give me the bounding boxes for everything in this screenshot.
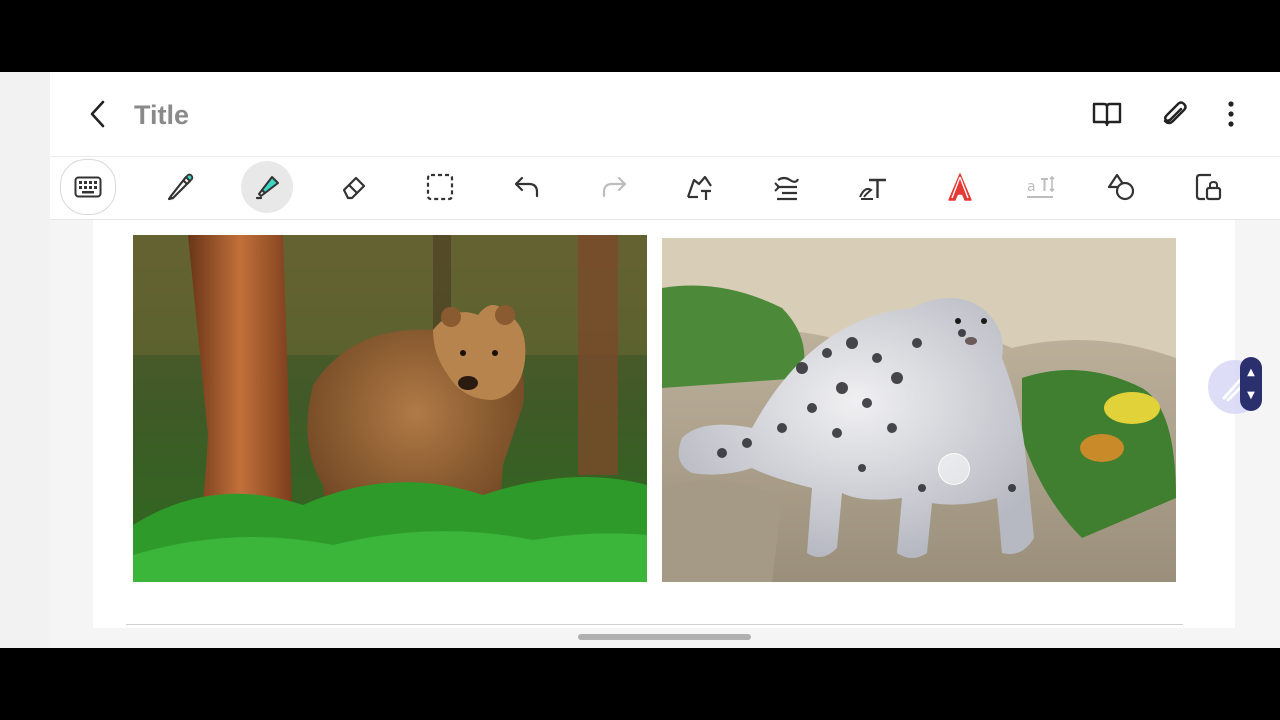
text-size-icon: a — [1027, 175, 1055, 198]
pen-to-shape-icon — [686, 175, 712, 200]
note-title[interactable]: Title — [134, 100, 189, 131]
gesture-home-bar[interactable] — [578, 634, 751, 640]
pen-icon — [167, 173, 194, 201]
chevron-up-icon[interactable]: ▲ — [1247, 367, 1255, 378]
text-color-icon — [948, 173, 972, 201]
more-options-button[interactable] — [1213, 96, 1249, 132]
pen-toolbar: a — [50, 156, 1280, 220]
keyboard-icon — [74, 176, 102, 198]
highlighter-icon — [255, 176, 279, 200]
reading-mode-button[interactable] — [1089, 96, 1125, 132]
undo-button[interactable] — [501, 161, 553, 213]
shapes-icon — [1107, 173, 1135, 201]
text-color-button[interactable] — [934, 161, 986, 213]
open-book-icon — [1092, 102, 1122, 127]
status-area — [0, 0, 1280, 72]
page-divider — [126, 624, 1183, 625]
snow-leopard-photo[interactable] — [662, 238, 1176, 582]
more-vertical-icon — [1228, 101, 1234, 127]
pen-tool-button[interactable] — [154, 161, 206, 213]
lasso-select-icon — [426, 173, 454, 201]
paperclip-icon — [1163, 101, 1187, 125]
redo-button[interactable] — [588, 161, 640, 213]
straighten-button[interactable] — [761, 161, 813, 213]
touch-indicator — [938, 453, 970, 485]
chevron-down-icon[interactable]: ▼ — [1247, 390, 1255, 401]
notes-app: Title a ▲ ▼ — [0, 72, 1280, 648]
text-size-button[interactable]: a — [1014, 161, 1066, 213]
back-button[interactable] — [80, 96, 116, 132]
handwriting-to-text-button[interactable] — [847, 161, 899, 213]
lock-page-button[interactable] — [1182, 161, 1234, 213]
selection-tool-button[interactable] — [414, 161, 466, 213]
eraser-tool-button[interactable] — [328, 161, 380, 213]
svg-text:a: a — [1027, 179, 1036, 195]
bottom-letterbox — [0, 648, 1280, 720]
page-scroll-control[interactable]: ▲ ▼ — [1240, 357, 1262, 411]
shapes-button[interactable] — [1095, 161, 1147, 213]
keyboard-button[interactable] — [60, 159, 116, 215]
undo-icon — [514, 176, 539, 198]
shape-convert-button[interactable] — [674, 161, 726, 213]
brown-bear-photo[interactable] — [133, 235, 647, 582]
app-header: Title — [50, 72, 1280, 156]
lock-page-icon — [1195, 173, 1222, 201]
pen-text-icon — [859, 178, 886, 200]
highlighter-tool-button[interactable] — [241, 161, 293, 213]
attach-button[interactable] — [1156, 96, 1192, 132]
straighten-lines-icon — [774, 176, 800, 201]
chevron-left-icon — [90, 100, 105, 128]
eraser-icon — [342, 176, 366, 200]
redo-icon — [602, 176, 627, 198]
